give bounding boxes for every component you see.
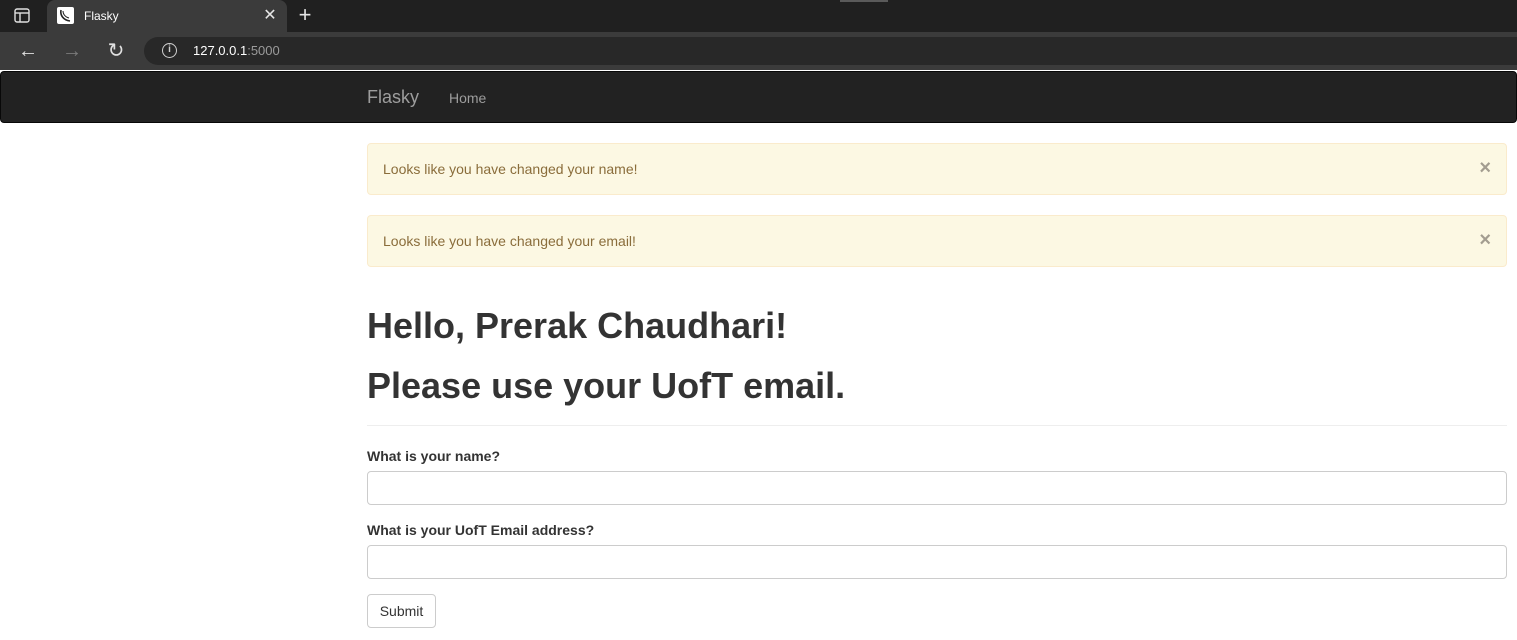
info-icon[interactable]: i (162, 43, 177, 58)
close-icon[interactable]: × (1479, 230, 1491, 250)
plus-icon[interactable]: + (294, 4, 316, 27)
navbar-brand[interactable]: Flasky (367, 87, 419, 108)
url-text: 127.0.0.1:5000 (193, 43, 280, 58)
back-arrow-icon[interactable]: ← (17, 40, 39, 62)
submit-button[interactable]: Submit (367, 594, 436, 628)
name-label: What is your name? (367, 448, 501, 464)
browser-tab[interactable]: Flasky ✕ (47, 0, 287, 32)
alert-message: Looks like you have changed your email! (383, 233, 636, 249)
notice-heading: Please use your UofT email. (367, 365, 846, 406)
close-icon[interactable]: × (1479, 158, 1491, 178)
url-port: :5000 (247, 43, 280, 58)
email-input[interactable] (367, 545, 1507, 579)
reload-icon[interactable]: ↻ (105, 40, 127, 62)
browser-toolbar: ← → ↻ i 127.0.0.1:5000 (0, 32, 1517, 70)
divider (367, 425, 1507, 426)
flask-favicon-icon (57, 7, 74, 24)
alert-message: Looks like you have changed your name! (383, 161, 638, 177)
email-label: What is your UofT Email address? (367, 522, 595, 538)
nav-link-home[interactable]: Home (449, 90, 486, 106)
tab-sidebar-icon[interactable] (14, 8, 32, 24)
url-host: 127.0.0.1 (193, 43, 248, 58)
browser-tab-strip: Flasky ✕ + (0, 0, 1517, 32)
greeting-heading: Hello, Prerak Chaudhari! (367, 305, 788, 346)
alert-name-changed: Looks like you have changed your name! × (367, 143, 1507, 195)
window-drag-indicator (840, 0, 888, 2)
site-navbar: Flasky Home (0, 71, 1517, 123)
tab-title: Flasky (84, 9, 119, 23)
address-bar[interactable]: i 127.0.0.1:5000 (144, 37, 1517, 65)
alert-email-changed: Looks like you have changed your email! … (367, 215, 1507, 267)
forward-arrow-icon[interactable]: → (61, 40, 83, 62)
name-input[interactable] (367, 471, 1507, 505)
close-icon[interactable]: ✕ (261, 7, 279, 25)
